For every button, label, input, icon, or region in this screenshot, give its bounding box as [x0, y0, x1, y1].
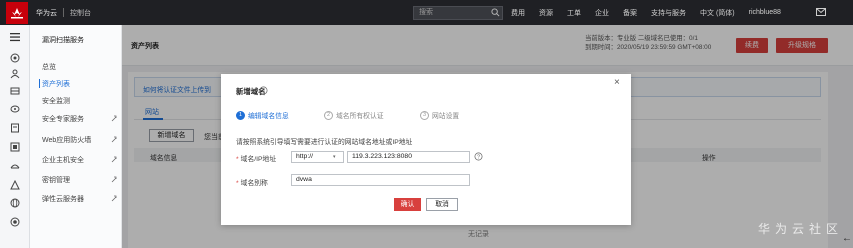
- storage-icon[interactable]: [10, 142, 20, 152]
- nav-item-enterprise[interactable]: 企业: [595, 8, 609, 18]
- sidebar-item-key-management[interactable]: 密钥管理: [42, 175, 70, 185]
- nav-item-username[interactable]: richblue88: [749, 9, 781, 16]
- settings-icon[interactable]: [10, 217, 20, 227]
- security-icon[interactable]: [10, 180, 20, 190]
- database-icon[interactable]: [10, 123, 20, 133]
- sidebar-item-ecs[interactable]: 弹性云服务器: [42, 194, 84, 204]
- sidebar-item-asset-list[interactable]: 资产列表: [42, 79, 70, 89]
- network-icon[interactable]: [10, 161, 20, 171]
- alias-field-label: * 域名别称: [236, 177, 268, 187]
- cancel-button[interactable]: 取消: [426, 198, 458, 211]
- step-label: 编辑域名信息: [248, 113, 289, 120]
- search-icon[interactable]: [491, 8, 500, 17]
- sidebar-item-waf[interactable]: Web应用防火墙: [42, 135, 91, 145]
- external-link-icon[interactable]: [111, 136, 117, 143]
- external-link-icon[interactable]: [111, 176, 117, 183]
- console-link[interactable]: 控制台: [70, 8, 91, 18]
- menu-icon[interactable]: [10, 32, 20, 42]
- close-icon[interactable]: ×: [614, 77, 620, 88]
- sidebar-item-expert-service[interactable]: 安全专家服务: [42, 114, 84, 124]
- step-edit-domain[interactable]: 1 编辑域名信息: [236, 110, 289, 120]
- svg-text:?: ?: [477, 155, 480, 161]
- protocol-value: http://: [296, 153, 314, 160]
- nav-item-support[interactable]: 支持与服务: [651, 8, 686, 18]
- huawei-cloud-logo[interactable]: [6, 1, 28, 24]
- step-number: 3: [420, 110, 429, 120]
- sidebar-item-host-security[interactable]: 企业主机安全: [42, 155, 84, 165]
- step-label: 域名所有权认证: [336, 113, 384, 120]
- help-icon[interactable]: ?: [259, 86, 268, 95]
- confirm-button[interactable]: 确认: [394, 198, 421, 211]
- cloud-icon[interactable]: [10, 53, 20, 63]
- globe-icon[interactable]: [10, 198, 20, 208]
- required-mark: *: [236, 180, 239, 187]
- nav-item-icp[interactable]: 备案: [623, 8, 637, 18]
- top-bar: 华为云 控制台 搜索 费用 资源 工单 企业 备案 支持与服务 中文 (简体) …: [0, 0, 853, 25]
- domain-field-label: * 域名/IP地址: [236, 153, 276, 163]
- active-indicator: [39, 79, 40, 88]
- alias-label-text: 域名别称: [240, 180, 268, 187]
- external-link-icon[interactable]: [111, 115, 117, 122]
- sidebar-item-security-monitor[interactable]: 安全监测: [42, 96, 70, 106]
- nav-item-language[interactable]: 中文 (简体): [700, 8, 735, 18]
- search-input[interactable]: 搜索: [413, 6, 503, 20]
- add-domain-dialog: 新增域名 ? × 1 编辑域名信息 2 域名所有权认证 3 网站设置 请按照系统…: [221, 74, 631, 225]
- step-verify-ownership[interactable]: 2 域名所有权认证: [324, 110, 384, 120]
- dialog-description: 请按照系统引导填写需要进行认证的网站域名地址或IP地址: [236, 139, 413, 146]
- server-icon[interactable]: [10, 86, 20, 96]
- alias-input[interactable]: dvwa: [291, 174, 470, 186]
- sidebar-item-overview[interactable]: 总览: [42, 62, 56, 72]
- step-number: 2: [324, 110, 333, 120]
- nav-item-billing[interactable]: 费用: [511, 8, 525, 18]
- external-link-icon[interactable]: [111, 195, 117, 202]
- required-mark: *: [236, 156, 239, 163]
- domain-label-text: 域名/IP地址: [240, 156, 277, 163]
- watermark: 华为云社区: [758, 222, 844, 236]
- top-nav: 费用 资源 工单 企业 备案 支持与服务 中文 (简体) richblue88: [511, 0, 795, 25]
- empty-state: 无记录: [468, 231, 489, 238]
- step-site-settings[interactable]: 3 网站设置: [420, 110, 459, 120]
- chevron-down-icon: ▾: [333, 154, 336, 160]
- service-sidebar: 漏洞扫描服务 总览 资产列表 安全监测 安全专家服务 Web应用防火墙 企业主机…: [30, 25, 122, 248]
- step-label: 网站设置: [432, 113, 460, 120]
- mail-icon[interactable]: [816, 8, 826, 16]
- nav-item-tickets[interactable]: 工单: [567, 8, 581, 18]
- divider: [63, 8, 64, 17]
- svg-text:?: ?: [262, 89, 265, 95]
- icon-rail: [0, 25, 30, 248]
- nav-item-resources[interactable]: 资源: [539, 8, 553, 18]
- monitor-icon[interactable]: [10, 104, 20, 114]
- service-title: 漏洞扫描服务: [42, 37, 84, 44]
- step-number: 1: [236, 110, 245, 120]
- cursor-arrow-icon: ←: [842, 233, 852, 244]
- domain-input[interactable]: 119.3.223.123:8080: [347, 151, 470, 163]
- protocol-select[interactable]: http:// ▾: [291, 151, 344, 163]
- external-link-icon[interactable]: [111, 156, 117, 163]
- user-group-icon[interactable]: [10, 69, 20, 79]
- info-icon[interactable]: ?: [474, 152, 483, 161]
- brand-name[interactable]: 华为云: [36, 8, 57, 18]
